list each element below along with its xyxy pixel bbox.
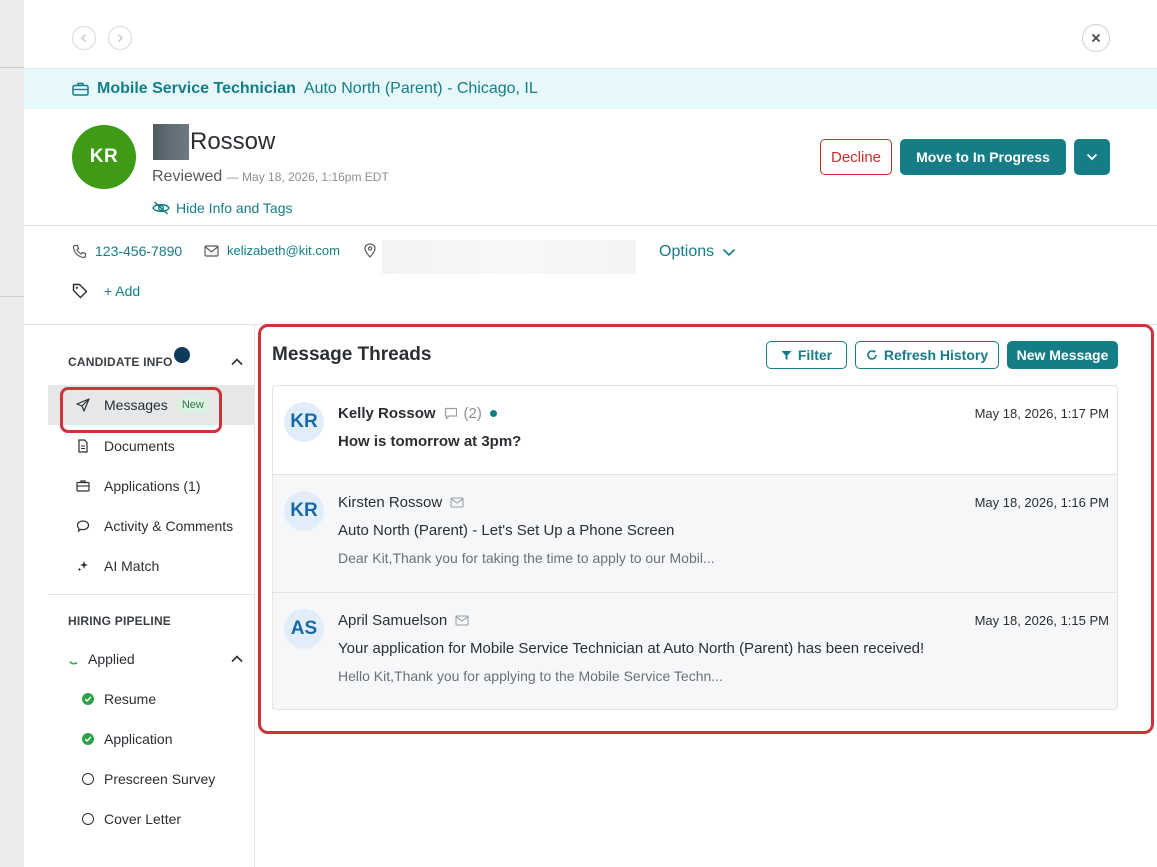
pipeline-step-application[interactable]: Application [48,719,255,759]
pipeline-stage-applied[interactable]: Applied [48,639,255,679]
sidebar-item-label: Applications (1) [104,478,201,494]
sidebar-item-activity-comments[interactable]: Activity & Comments [48,506,255,546]
sidebar-item-ai-match[interactable]: AI Match [48,546,255,586]
next-candidate-button[interactable] [108,26,132,50]
previous-candidate-button[interactable] [72,26,96,50]
chevron-left-icon [80,33,87,43]
map-pin-icon [364,243,376,258]
sidebar-item-label: Activity & Comments [104,518,234,534]
chevron-up-icon[interactable] [230,355,244,369]
close-icon [1091,33,1101,43]
pipeline-step-cover-letter[interactable]: Cover Letter [48,799,255,839]
phone-number: 123-456-7890 [95,243,183,259]
highlight-message-threads [258,324,1154,734]
tag-icon [72,283,88,299]
hide-info-toggle[interactable]: Hide Info and Tags [152,200,293,216]
candidate-panel: Mobile Service Technician Auto North (Pa… [24,0,1157,867]
empty-circle-icon [82,813,94,825]
sidebar-item-applications[interactable]: Applications (1) [48,466,255,506]
hide-info-label: Hide Info and Tags [176,200,293,216]
phone-link[interactable]: 123-456-7890 [72,243,182,259]
candidate-avatar: KR [72,125,136,189]
empty-circle-icon [82,773,94,785]
check-circle-icon [82,693,94,705]
status-date: — May 18, 2026, 1:16pm EDT [226,170,389,184]
mail-icon [204,244,219,257]
pipeline-step-label: Cover Letter [104,811,182,827]
hiring-pipeline-heading: HIRING PIPELINE [68,614,172,628]
candidate-name: Rossow [190,128,276,155]
progress-spinner-icon [69,660,78,665]
email-link[interactable]: kelizabeth@kit.com [204,243,340,258]
backdrop-divider [0,296,24,297]
pipeline-step-label: Application [104,731,173,747]
panel-top-bar [24,0,1157,69]
sparkle-icon [77,561,88,572]
sidebar-divider [48,594,255,595]
header-divider [24,225,1157,226]
chevron-down-icon [723,248,736,256]
sidebar-item-label: Documents [104,438,175,454]
options-dropdown[interactable]: Options [659,243,736,261]
backdrop-page [0,0,24,867]
add-tag-button[interactable]: + Add [104,283,140,299]
pipeline-step-resume[interactable]: Resume [48,679,255,719]
move-to-in-progress-button[interactable]: Move to In Progress [900,139,1066,175]
briefcase-icon [72,82,89,96]
job-company-location[interactable]: Auto North (Parent) - Chicago, IL [304,80,538,98]
chevron-right-icon [117,33,124,43]
chevron-up-icon[interactable] [230,652,244,666]
pipeline-step-label: Prescreen Survey [104,771,216,787]
backdrop-divider [0,67,24,68]
candidate-info-heading: CANDIDATE INFO [68,355,173,369]
job-title-link[interactable]: Mobile Service Technician [97,80,296,98]
chevron-down-icon [1086,153,1098,161]
pipeline-step-label: Resume [104,691,157,707]
redacted-address [382,240,636,274]
email-address: kelizabeth@kit.com [227,243,340,258]
candidate-status: Reviewed — May 18, 2026, 1:16pm EDT [152,168,389,186]
notification-dot [174,347,190,363]
location [364,243,384,258]
options-label: Options [659,243,715,260]
eye-slash-icon [152,201,170,215]
job-banner: Mobile Service Technician Auto North (Pa… [24,69,1157,109]
status-label: Reviewed [152,168,223,185]
highlight-messages [60,387,222,433]
briefcase-icon [76,480,90,492]
document-icon [78,439,88,453]
pipeline-stage-label: Applied [88,651,135,667]
check-circle-icon [82,733,94,745]
close-panel-button[interactable] [1082,24,1110,52]
sidebar-item-label: AI Match [104,558,160,574]
phone-icon [72,244,87,258]
chat-bubble-icon [76,520,90,533]
pipeline-step-prescreen-survey[interactable]: Prescreen Survey [48,759,255,799]
decline-button[interactable]: Decline [820,139,892,175]
redacted-first-name [153,124,189,160]
more-actions-dropdown-button[interactable] [1074,139,1110,175]
